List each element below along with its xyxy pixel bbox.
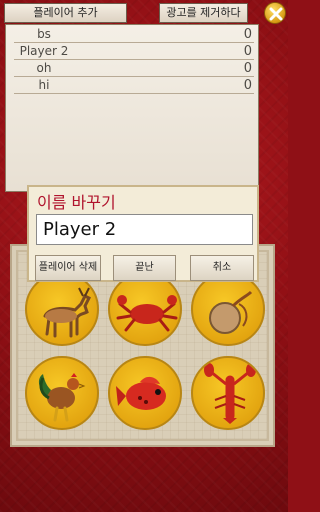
cancel-button[interactable]: 취소 xyxy=(190,255,254,281)
symbol-gourd[interactable] xyxy=(191,272,265,346)
close-button[interactable] xyxy=(264,2,286,24)
player-name: hi xyxy=(38,78,50,92)
rename-dialog: 이름 바꾸기 Player 2 플레이어 삭제 끝난 취소 xyxy=(27,185,259,282)
player-row[interactable]: hi 0 xyxy=(14,78,254,94)
deer-icon xyxy=(43,287,92,338)
player-row[interactable]: oh 0 xyxy=(14,61,254,77)
symbol-deer[interactable] xyxy=(25,272,99,346)
delete-player-button[interactable]: 플레이어 삭제 xyxy=(35,255,101,281)
fish-icon xyxy=(116,376,166,410)
crab-icon xyxy=(116,295,178,332)
close-icon xyxy=(269,7,283,21)
symbol-lobster[interactable] xyxy=(191,356,265,430)
symbol-crab[interactable] xyxy=(108,272,182,346)
symbol-rooster[interactable] xyxy=(25,356,99,430)
player-name: bs xyxy=(37,27,51,41)
player-name-input[interactable]: Player 2 xyxy=(36,214,253,245)
done-button[interactable]: 끝난 xyxy=(113,255,176,281)
player-name: oh xyxy=(36,61,52,75)
scoreboard: bs 0 Player 2 0 oh 0 hi 0 xyxy=(5,24,259,192)
player-name: Player 2 xyxy=(19,44,69,58)
player-score: 0 xyxy=(243,44,252,59)
dialog-title: 이름 바꾸기 xyxy=(37,193,116,212)
player-row[interactable]: bs 0 xyxy=(14,27,254,43)
symbol-fish[interactable] xyxy=(108,356,182,430)
gourd-icon xyxy=(209,290,253,334)
add-player-button[interactable]: 플레이어 추가 xyxy=(4,3,127,23)
remove-ads-button[interactable]: 광고를 제거하다 xyxy=(159,3,248,23)
player-score: 0 xyxy=(243,78,252,93)
player-score: 0 xyxy=(243,27,252,42)
player-score: 0 xyxy=(243,61,252,76)
lobster-icon xyxy=(204,363,256,424)
rooster-icon xyxy=(38,373,86,422)
player-row[interactable]: Player 2 0 xyxy=(14,44,254,60)
